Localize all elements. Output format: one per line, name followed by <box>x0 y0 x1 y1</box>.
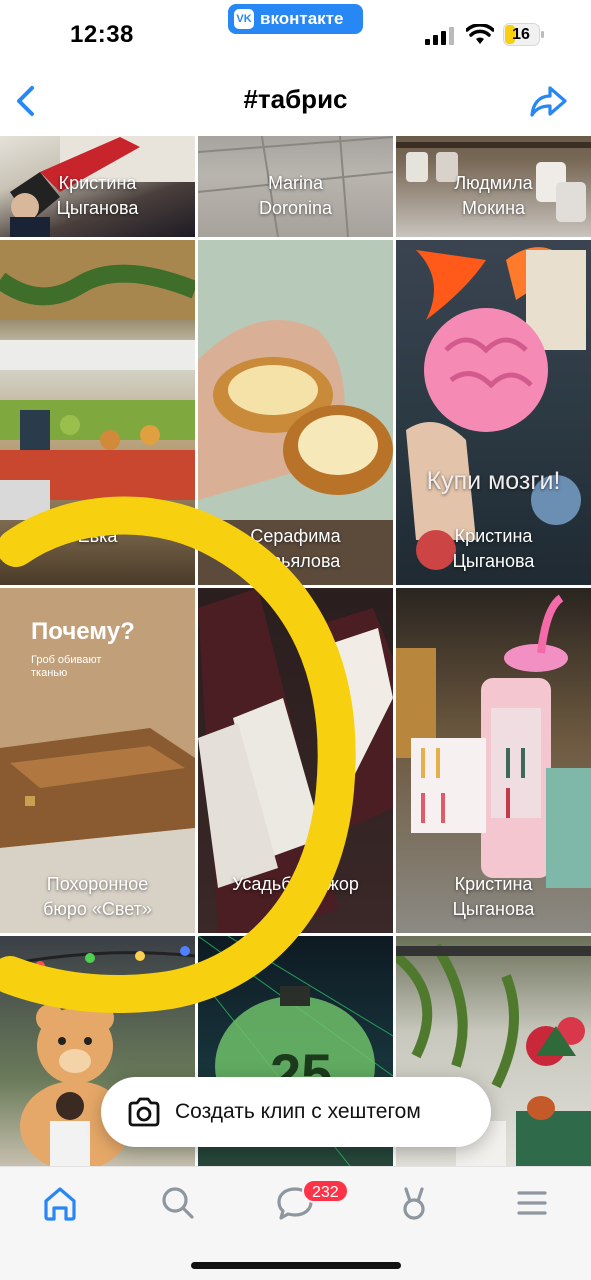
home-icon[interactable] <box>40 1183 80 1223</box>
messages-badge: 232 <box>302 1179 349 1203</box>
clip-tile[interactable]: Почему? Гроб обивают тканью Похоронное бюр… <box>0 588 195 933</box>
tile-author: Евка <box>77 526 118 546</box>
tile-author: Кристина Цыганова <box>452 874 535 919</box>
cellular-signal-icon <box>425 27 454 45</box>
tile-overlay-text: Купи мозги! <box>426 467 561 495</box>
clips-icon[interactable] <box>394 1183 434 1223</box>
vk-pill-label: вконтакте <box>260 9 344 28</box>
clip-tile[interactable]: Людмила Мокина <box>396 136 591 237</box>
clip-tile[interactable]: Евка <box>0 240 195 585</box>
hashtag-clips-grid: Кристина Цыганова Marina Doronina Людмила М… <box>0 136 591 1166</box>
create-clip-with-hashtag-button[interactable]: Создать клип с хештегом <box>101 1077 491 1147</box>
share-arrow-icon[interactable] <box>530 84 568 118</box>
nav-header: #табрис <box>0 70 591 136</box>
clip-tile[interactable]: Серафима Завьялова <box>198 240 393 585</box>
home-indicator <box>191 1262 401 1269</box>
tile-author: Усадьба Бужор <box>232 874 359 894</box>
vk-app-pill[interactable]: VK вконтакте <box>228 4 363 34</box>
battery-level: 16 <box>512 25 530 43</box>
tile-author: Кристина Цыганова <box>452 526 535 571</box>
camera-icon <box>128 1097 160 1127</box>
tile-author: Людмила Мокина <box>454 173 533 218</box>
tile-author: Серафима Завьялова <box>250 526 341 571</box>
tile-author: Похоронное бюро «Свет» <box>43 874 152 919</box>
clip-tile[interactable]: Кристина Цыганова <box>0 136 195 237</box>
menu-icon[interactable] <box>512 1183 552 1223</box>
page-title: #табрис <box>243 84 348 114</box>
search-icon[interactable] <box>158 1183 198 1223</box>
clip-tile[interactable]: Кристина Цыганова <box>396 588 591 933</box>
create-clip-label: Создать клип с хештегом <box>175 1100 421 1123</box>
tile-author: Кристина Цыганова <box>56 173 139 218</box>
clip-tile[interactable]: Купи мозги! Кристина Цыганова <box>396 240 591 585</box>
vk-logo-icon: VK <box>234 9 254 29</box>
tile-author: Marina Doronina <box>258 173 333 218</box>
status-time: 12:38 <box>70 21 134 48</box>
clip-tile[interactable]: Marina Doronina <box>198 136 393 237</box>
wifi-icon <box>466 24 494 44</box>
clip-tile[interactable]: ЧЕЛОЧНЫЙ УКСУС Усадьба Бужор <box>198 588 393 933</box>
status-bar: 12:38 VK вконтакте 16 <box>0 0 591 70</box>
